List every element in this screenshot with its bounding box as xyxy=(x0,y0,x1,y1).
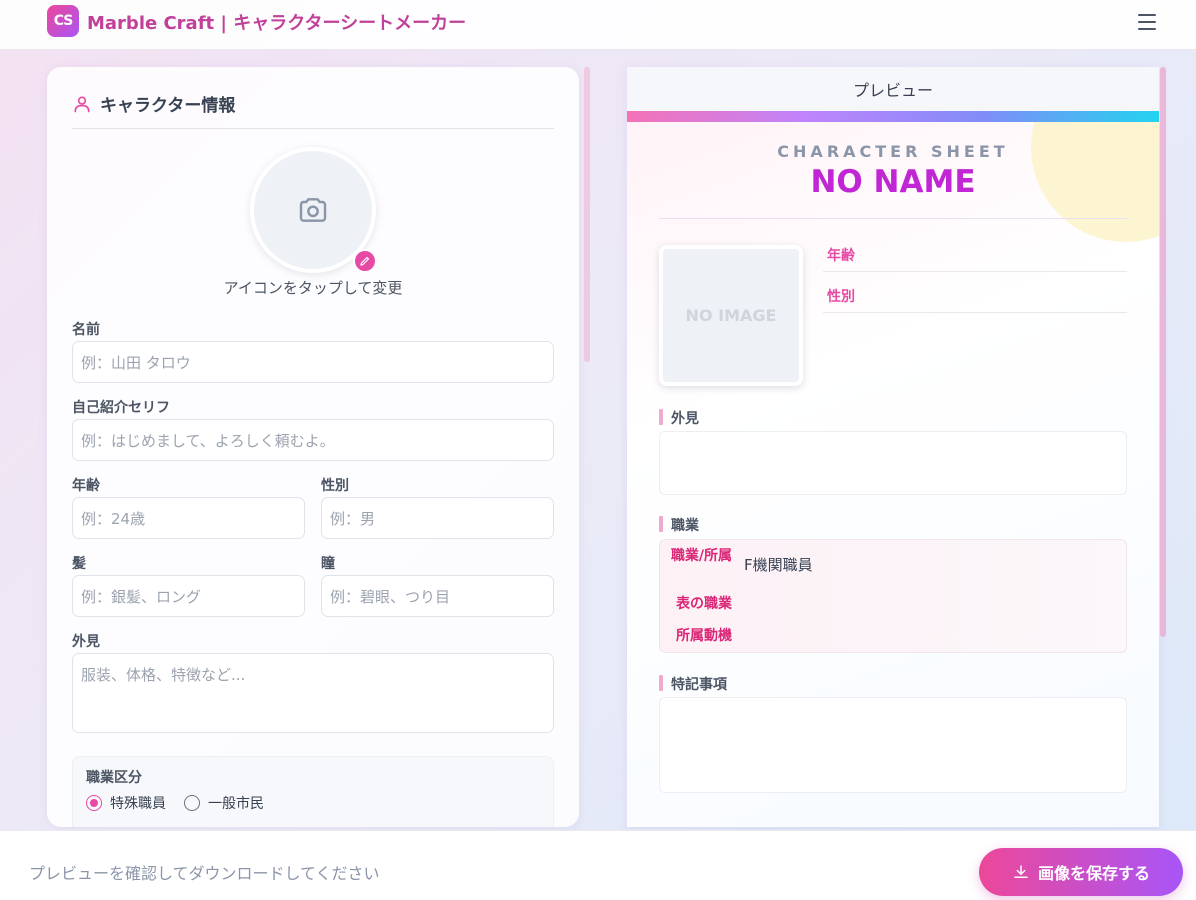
eyes-input[interactable]: 例：碧眼、つり目 xyxy=(321,575,554,617)
avatar-caption: アイコンをタップして変更 xyxy=(223,279,403,297)
job-category-group: 職業区分 特殊職員 一般市民 xyxy=(72,756,554,827)
intro-label: 自己紹介セリフ xyxy=(72,400,170,416)
download-icon xyxy=(1014,865,1028,878)
app-header: CS Marble Craft | キャラクターシートメーカー xyxy=(0,0,1196,50)
job-row-value: F機関職員 xyxy=(744,556,813,574)
job-category-label: 職業区分 xyxy=(86,770,142,786)
radio-civilian[interactable] xyxy=(184,795,200,811)
radio-special-staff-label[interactable]: 特殊職員 xyxy=(110,793,166,813)
sheet-notes-box xyxy=(659,697,1127,793)
sheet-age-line xyxy=(823,271,1127,272)
sheet-gender-line xyxy=(823,312,1127,313)
app-logo: CS xyxy=(47,5,79,37)
app-title: Marble Craft | キャラクターシートメーカー xyxy=(87,13,467,34)
form-section-header: キャラクター情報 xyxy=(72,91,554,129)
radio-civilian-label[interactable]: 一般市民 xyxy=(208,793,264,813)
appearance-textarea[interactable]: 服装、体格、特徴など... xyxy=(72,653,554,733)
gender-label: 性別 xyxy=(321,478,349,494)
sheet-appearance-title: 外見 xyxy=(659,408,699,428)
name-input[interactable]: 例：山田 タロウ xyxy=(72,341,554,383)
sheet-job-title: 職業 xyxy=(659,515,699,535)
preview-scrollbar[interactable] xyxy=(1160,67,1166,637)
preview-header: プレビュー xyxy=(627,67,1159,111)
character-form-card: キャラクター情報 アイコンをタップして変更 名前 例：山田 タロウ 自己紹介セリ… xyxy=(47,67,579,827)
hamburger-icon[interactable] xyxy=(1136,12,1158,32)
form-scrollbar[interactable] xyxy=(584,67,590,362)
sheet-job-table: 職業/所属 F機関職員 表の職業 所属動機 xyxy=(659,539,1127,653)
eyes-label: 瞳 xyxy=(321,556,335,572)
edit-icon[interactable] xyxy=(353,249,377,273)
name-label: 名前 xyxy=(72,322,100,338)
age-label: 年齢 xyxy=(72,478,100,494)
rainbow-stripe xyxy=(627,111,1159,122)
job-row-key: 所属動機 xyxy=(676,628,732,644)
user-icon xyxy=(74,96,90,113)
intro-input[interactable]: 例：はじめまして、よろしく頼むよ。 xyxy=(72,419,554,461)
sheet-divider xyxy=(659,218,1127,219)
footer-message: プレビューを確認してダウンロードしてください xyxy=(29,864,380,883)
job-row-key: 職業/所属 xyxy=(670,548,732,564)
sheet-photo: NO IMAGE xyxy=(659,245,803,386)
job-category-options: 特殊職員 一般市民 xyxy=(86,793,264,813)
sheet-age-label: 年齢 xyxy=(827,248,855,264)
preview-card: プレビュー CHARACTER SHEET NO NAME NO IMAGE 年… xyxy=(627,67,1159,827)
camera-icon xyxy=(299,198,327,222)
gender-input[interactable]: 例：男 xyxy=(321,497,554,539)
age-input[interactable]: 例：24歳 xyxy=(72,497,305,539)
footer-bar: プレビューを確認してダウンロードしてください 画像を保存する xyxy=(0,830,1196,900)
sheet-notes-title: 特記事項 xyxy=(659,674,727,694)
character-sheet: CHARACTER SHEET NO NAME NO IMAGE 年齢 性別 外… xyxy=(627,122,1159,827)
hair-input[interactable]: 例：銀髪、ロング xyxy=(72,575,305,617)
job-row-key: 表の職業 xyxy=(676,596,732,612)
sheet-kicker: CHARACTER SHEET xyxy=(777,142,1009,161)
sheet-appearance-box xyxy=(659,431,1127,495)
save-image-button[interactable]: 画像を保存する xyxy=(979,848,1183,896)
appearance-label: 外見 xyxy=(72,634,100,650)
sheet-gender-label: 性別 xyxy=(827,289,855,305)
save-image-label: 画像を保存する xyxy=(1037,864,1150,883)
radio-special-staff[interactable] xyxy=(86,795,102,811)
hair-label: 髪 xyxy=(72,556,86,572)
form-section-title: キャラクター情報 xyxy=(100,96,236,116)
sheet-character-name: NO NAME xyxy=(810,164,976,200)
